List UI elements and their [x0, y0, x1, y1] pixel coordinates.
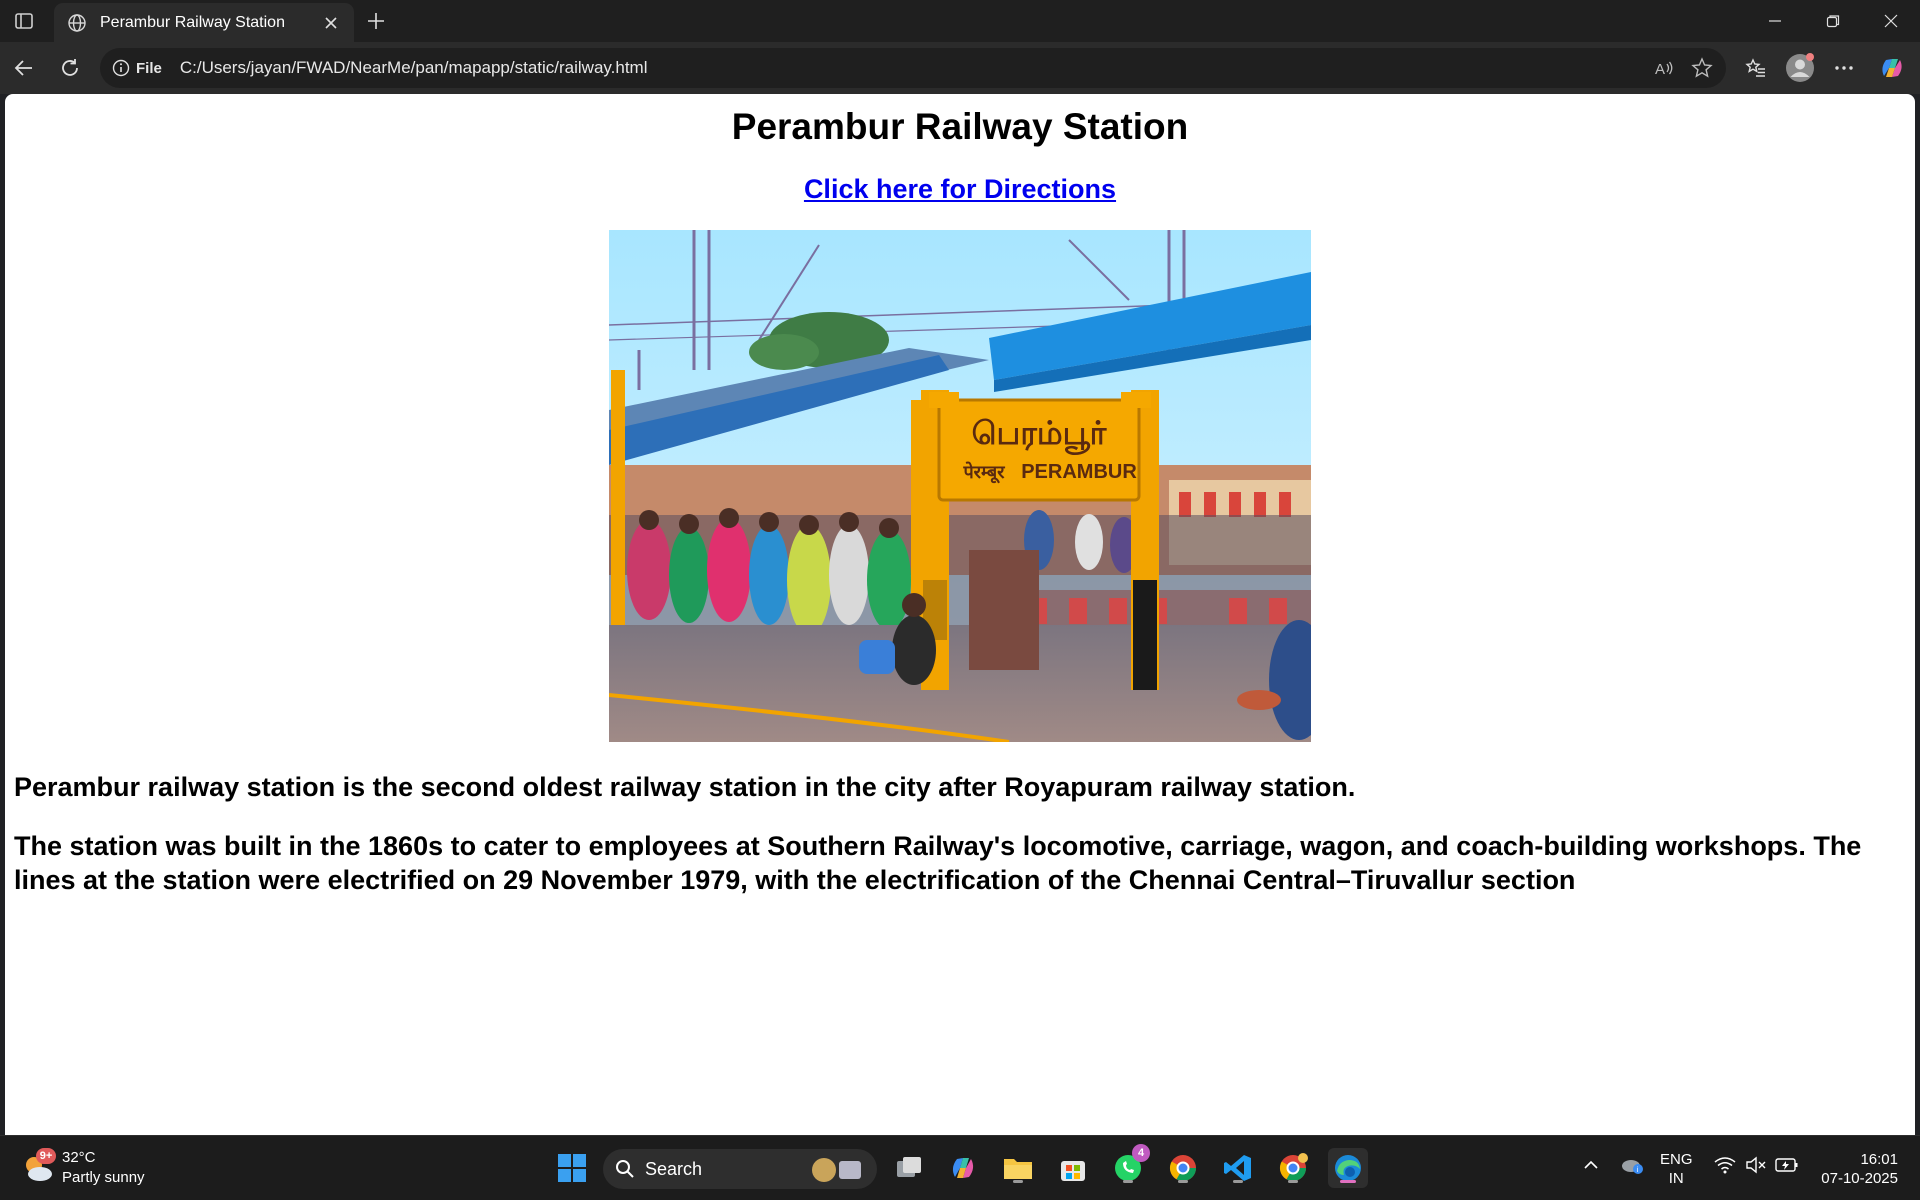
site-info-button[interactable]: File	[112, 59, 162, 77]
running-indicator	[1233, 1180, 1243, 1183]
start-windows-icon[interactable]	[552, 1148, 592, 1188]
copilot-icon[interactable]	[1876, 52, 1908, 84]
chevron-up-icon[interactable]	[1582, 1156, 1600, 1179]
tab-actions-icon[interactable]	[10, 8, 38, 34]
tab-title: Perambur Railway Station	[100, 13, 285, 31]
lang-line1: ENG	[1660, 1151, 1693, 1168]
clock-date: 07-10-2025	[1821, 1170, 1898, 1187]
running-indicator	[1178, 1180, 1188, 1183]
taskbar: 9+ 32°C Partly sunny Search 4 i ENG IN 1…	[0, 1135, 1920, 1200]
edge-icon[interactable]	[1328, 1148, 1368, 1188]
refresh-icon[interactable]	[54, 52, 86, 84]
chrome-profile-icon[interactable]	[1163, 1148, 1203, 1188]
address-bar[interactable]: File C:/Users/jayan/FWAD/NearMe/pan/mapa…	[100, 48, 1726, 88]
wifi-icon[interactable]	[1714, 1156, 1736, 1179]
back-icon[interactable]	[8, 52, 40, 84]
task-view-icon[interactable]	[889, 1148, 929, 1188]
address-prefix: File	[136, 59, 162, 77]
sign-text-tamil: பெரம்பூர்	[972, 414, 1108, 455]
whatsapp-badge: 4	[1132, 1144, 1150, 1162]
new-tab-icon[interactable]	[362, 8, 390, 34]
url-text: C:/Users/jayan/FWAD/NearMe/pan/mapapp/st…	[179, 58, 648, 77]
onedrive-icon[interactable]: i	[1620, 1154, 1644, 1181]
search-highlight-icon	[809, 1157, 865, 1188]
profile-avatar[interactable]	[1784, 52, 1816, 84]
page-viewport: Perambur Railway Station Click here for …	[5, 94, 1915, 1135]
lang-line2: IN	[1668, 1170, 1684, 1187]
close-window-icon[interactable]	[1862, 0, 1920, 42]
whatsapp-icon[interactable]: 4	[1108, 1144, 1150, 1188]
running-indicator	[1288, 1180, 1298, 1183]
more-menu-icon[interactable]	[1828, 52, 1860, 84]
close-tab-icon[interactable]	[320, 12, 342, 34]
copilot-app-icon[interactable]	[943, 1148, 983, 1188]
sign-text-hindi: पेरम्बूर	[962, 461, 1005, 484]
volume-muted-icon[interactable]	[1745, 1156, 1767, 1179]
file-explorer-icon[interactable]	[998, 1148, 1038, 1188]
weather-widget[interactable]: 9+ 32°C Partly sunny	[22, 1148, 145, 1188]
tab-strip: Perambur Railway Station	[0, 0, 1920, 42]
running-indicator	[1013, 1180, 1023, 1183]
clock[interactable]: 16:01 07-10-2025	[1821, 1150, 1898, 1188]
battery-icon[interactable]	[1775, 1156, 1799, 1179]
paragraph-history: Perambur railway station is the second o…	[14, 772, 1356, 802]
globe-icon	[66, 12, 88, 34]
restore-icon[interactable]	[1804, 0, 1862, 42]
browser-tab[interactable]: Perambur Railway Station	[54, 3, 354, 42]
svg-text:A: A	[1655, 61, 1665, 78]
search-label: Search	[645, 1158, 703, 1179]
page-title: Perambur Railway Station	[731, 106, 1189, 147]
running-indicator	[1123, 1180, 1133, 1183]
clock-time: 16:01	[1860, 1151, 1898, 1168]
station-photo: பெரம்பூர் पेरम्बूर PERAMBUR	[609, 230, 1311, 742]
svg-text:i: i	[1637, 1166, 1639, 1174]
weather-desc: Partly sunny	[62, 1169, 145, 1186]
search-icon	[616, 1160, 634, 1178]
taskbar-search[interactable]: Search	[603, 1149, 877, 1189]
weather-badge: 9+	[36, 1148, 56, 1164]
read-aloud-icon[interactable]: A	[1648, 52, 1680, 84]
active-indicator	[1340, 1180, 1356, 1183]
info-icon	[112, 59, 130, 77]
weather-temp: 32°C	[62, 1149, 96, 1166]
paragraph-details: The station was built in the 1860s to ca…	[14, 831, 1862, 895]
minimize-icon[interactable]	[1746, 0, 1804, 42]
favorites-icon[interactable]	[1740, 52, 1772, 84]
chrome-icon[interactable]	[1273, 1148, 1313, 1188]
ms-store-icon[interactable]	[1053, 1148, 1093, 1188]
vscode-icon[interactable]	[1218, 1148, 1258, 1188]
language-indicator[interactable]: ENG IN	[1660, 1150, 1693, 1188]
directions-link[interactable]: Click here for Directions	[5, 174, 1915, 205]
browser-toolbar: File C:/Users/jayan/FWAD/NearMe/pan/mapa…	[0, 42, 1920, 94]
weather-icon: 9+	[22, 1148, 56, 1184]
favorite-star-icon[interactable]	[1686, 52, 1718, 84]
sign-text-english: PERAMBUR	[1021, 461, 1137, 483]
